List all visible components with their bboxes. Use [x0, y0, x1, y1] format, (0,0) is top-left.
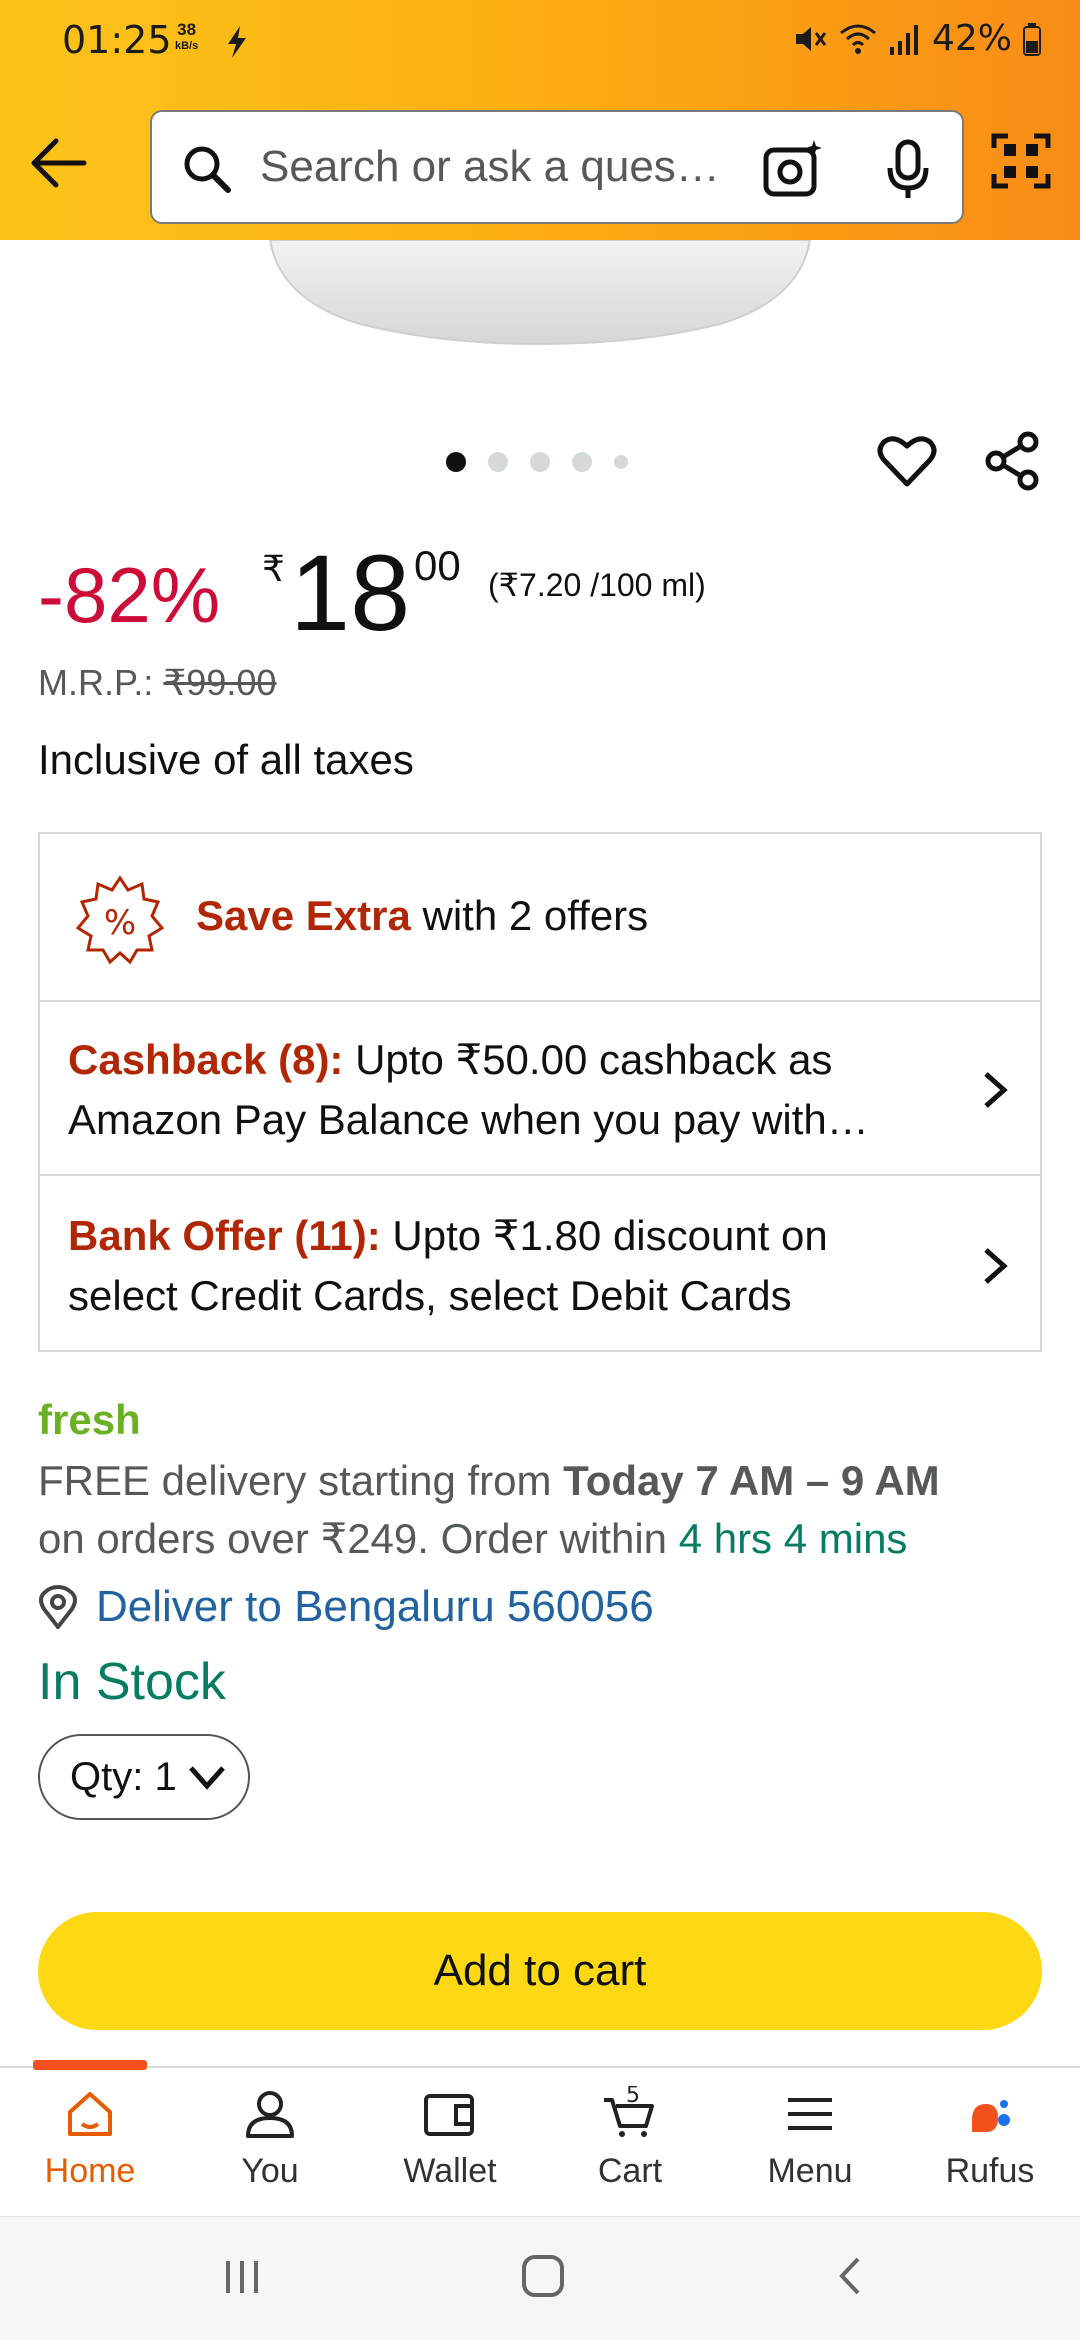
discount-percent: -82%: [38, 551, 221, 639]
offer-bank-text: Bank Offer (11): Upto ₹1.80 discount on …: [68, 1206, 988, 1326]
offers-box: % Save Extra with 2 offers Cashback (8):…: [38, 832, 1042, 1352]
carousel-dot[interactable]: [530, 452, 550, 472]
status-time: 01:25: [62, 18, 172, 62]
svg-text:%: %: [104, 903, 136, 943]
nav-wallet[interactable]: Wallet: [360, 2086, 540, 2206]
bottom-nav: Home You Wallet 5 Cart Menu Rufus: [0, 2060, 1080, 2216]
chevron-down-icon: [188, 1766, 225, 1790]
price-whole: 18: [290, 532, 411, 653]
nav-cart[interactable]: 5 Cart: [540, 2086, 720, 2206]
status-bar: 01:25 38 kB/s 42%: [0, 0, 1080, 90]
cart-icon: 5: [604, 2086, 654, 2137]
cart-badge: 5: [626, 2086, 640, 2108]
home-icon: [68, 2092, 112, 2136]
nav-menu[interactable]: Menu: [720, 2086, 900, 2206]
quantity-select[interactable]: Qty: 1: [38, 1734, 250, 1820]
carousel-dot[interactable]: [572, 452, 592, 472]
offer-bank-line1: Upto ₹1.80 discount on: [380, 1212, 828, 1259]
network-speed-value: 38: [177, 20, 197, 39]
deliver-to-link[interactable]: Deliver to Bengaluru 560056: [38, 1582, 654, 1632]
nav-you[interactable]: You: [180, 2086, 360, 2206]
delivery-text1: FREE delivery starting from: [38, 1457, 564, 1504]
wifi-icon: [840, 24, 876, 54]
offer-cashback-title: Cashback (8):: [68, 1036, 344, 1083]
price-block: -82% ₹ 18 00 (₹7.20 /100 ml): [38, 530, 1038, 653]
delivery-countdown: 4 hrs 4 mins: [678, 1515, 908, 1562]
stock-status: In Stock: [38, 1653, 226, 1711]
nav-wallet-label: Wallet: [403, 2152, 497, 2190]
signal-icon: [889, 24, 918, 55]
battery-icon: [1023, 22, 1041, 56]
heart-icon[interactable]: [876, 432, 938, 490]
offers-header-rest: with 2 offers: [410, 892, 649, 939]
offer-cashback[interactable]: Cashback (8): Upto ₹50.00 cashback as Am…: [40, 1002, 1040, 1176]
add-to-cart-button[interactable]: Add to cart: [38, 1912, 1042, 2030]
offers-header-accent: Save Extra: [196, 892, 411, 939]
mic-icon[interactable]: [882, 138, 934, 202]
chevron-right-icon: [984, 1072, 1008, 1108]
chevron-right-icon: [984, 1248, 1008, 1284]
percent-badge-icon: %: [75, 875, 165, 965]
offer-bank-title: Bank Offer (11):: [68, 1212, 381, 1259]
status-right-icons: 42%: [792, 18, 1042, 59]
nav-home[interactable]: Home: [0, 2086, 180, 2206]
rufus-icon: [972, 2100, 1010, 2132]
carousel-dot[interactable]: [614, 455, 628, 469]
mrp: M.R.P.: ₹99.00: [38, 662, 276, 704]
app-header: 01:25 38 kB/s 42% Search or ask a ques…: [0, 0, 1080, 240]
mrp-value: ₹99.00: [163, 662, 277, 703]
offer-cashback-text: Cashback (8): Upto ₹50.00 cashback as Am…: [68, 1030, 988, 1150]
nav-home-label: Home: [44, 2152, 136, 2190]
nav-you-label: You: [241, 2152, 299, 2190]
camera-icon[interactable]: [760, 136, 826, 202]
nav-rufus[interactable]: Rufus: [900, 2086, 1080, 2206]
system-back-icon[interactable]: [830, 2253, 870, 2299]
offer-cashback-line1: Upto ₹50.00 cashback as: [343, 1036, 833, 1083]
carousel-dot[interactable]: [488, 452, 508, 472]
recent-apps-icon[interactable]: [220, 2255, 264, 2299]
quantity-label: Qty: 1: [70, 1754, 177, 1799]
location-pin-icon: [39, 1585, 77, 1629]
image-carousel-indicator[interactable]: [446, 452, 628, 472]
search-bar[interactable]: Search or ask a ques…: [150, 110, 964, 224]
back-arrow-icon[interactable]: [26, 130, 92, 196]
network-speed-unit: kB/s: [175, 40, 199, 52]
wallet-icon: [424, 2094, 474, 2136]
nav-rufus-label: Rufus: [945, 2152, 1035, 2190]
search-icon: [184, 146, 231, 193]
battery-percent: 42%: [931, 18, 1012, 59]
home-button-icon[interactable]: [520, 2253, 566, 2299]
mute-icon: [795, 26, 827, 51]
nav-active-indicator: [33, 2060, 147, 2070]
share-icon[interactable]: [984, 430, 1042, 492]
offer-bank-line2: select Credit Cards, select Debit Cards: [68, 1272, 792, 1319]
network-speed: 38 kB/s: [175, 20, 199, 54]
nav-menu-label: Menu: [767, 2152, 853, 2190]
flash-icon: [228, 26, 246, 58]
offers-header-text: Save Extra with 2 offers: [196, 892, 648, 940]
deliver-to-text: Deliver to Bengaluru 560056: [96, 1582, 654, 1631]
offers-header[interactable]: % Save Extra with 2 offers: [40, 834, 1040, 1002]
search-input[interactable]: Search or ask a ques…: [260, 142, 730, 192]
offer-bank[interactable]: Bank Offer (11): Upto ₹1.80 discount on …: [40, 1178, 1040, 1352]
product-image-graphic: [268, 240, 812, 346]
price-fraction: 00: [414, 542, 461, 589]
product-image[interactable]: [0, 240, 1080, 440]
fresh-logo: fresh: [38, 1396, 141, 1443]
qr-scan-icon[interactable]: [990, 130, 1052, 192]
tax-note: Inclusive of all taxes: [38, 736, 414, 783]
delivery-info: FREE delivery starting from Today 7 AM –…: [38, 1452, 1058, 1568]
menu-icon: [788, 2098, 832, 2130]
system-navigation-bar: [0, 2216, 1080, 2340]
currency-symbol: ₹: [262, 548, 285, 589]
delivery-text2: on orders over ₹249. Order within: [38, 1515, 679, 1562]
nav-cart-label: Cart: [597, 2152, 663, 2190]
carousel-dot[interactable]: [446, 452, 466, 472]
offer-cashback-line2: Amazon Pay Balance when you pay with…: [68, 1096, 869, 1143]
delivery-window: Today 7 AM – 9 AM: [563, 1457, 940, 1504]
user-icon: [246, 2091, 294, 2138]
mrp-label: M.R.P.:: [38, 662, 154, 703]
unit-price: (₹7.20 /100 ml): [488, 567, 706, 603]
